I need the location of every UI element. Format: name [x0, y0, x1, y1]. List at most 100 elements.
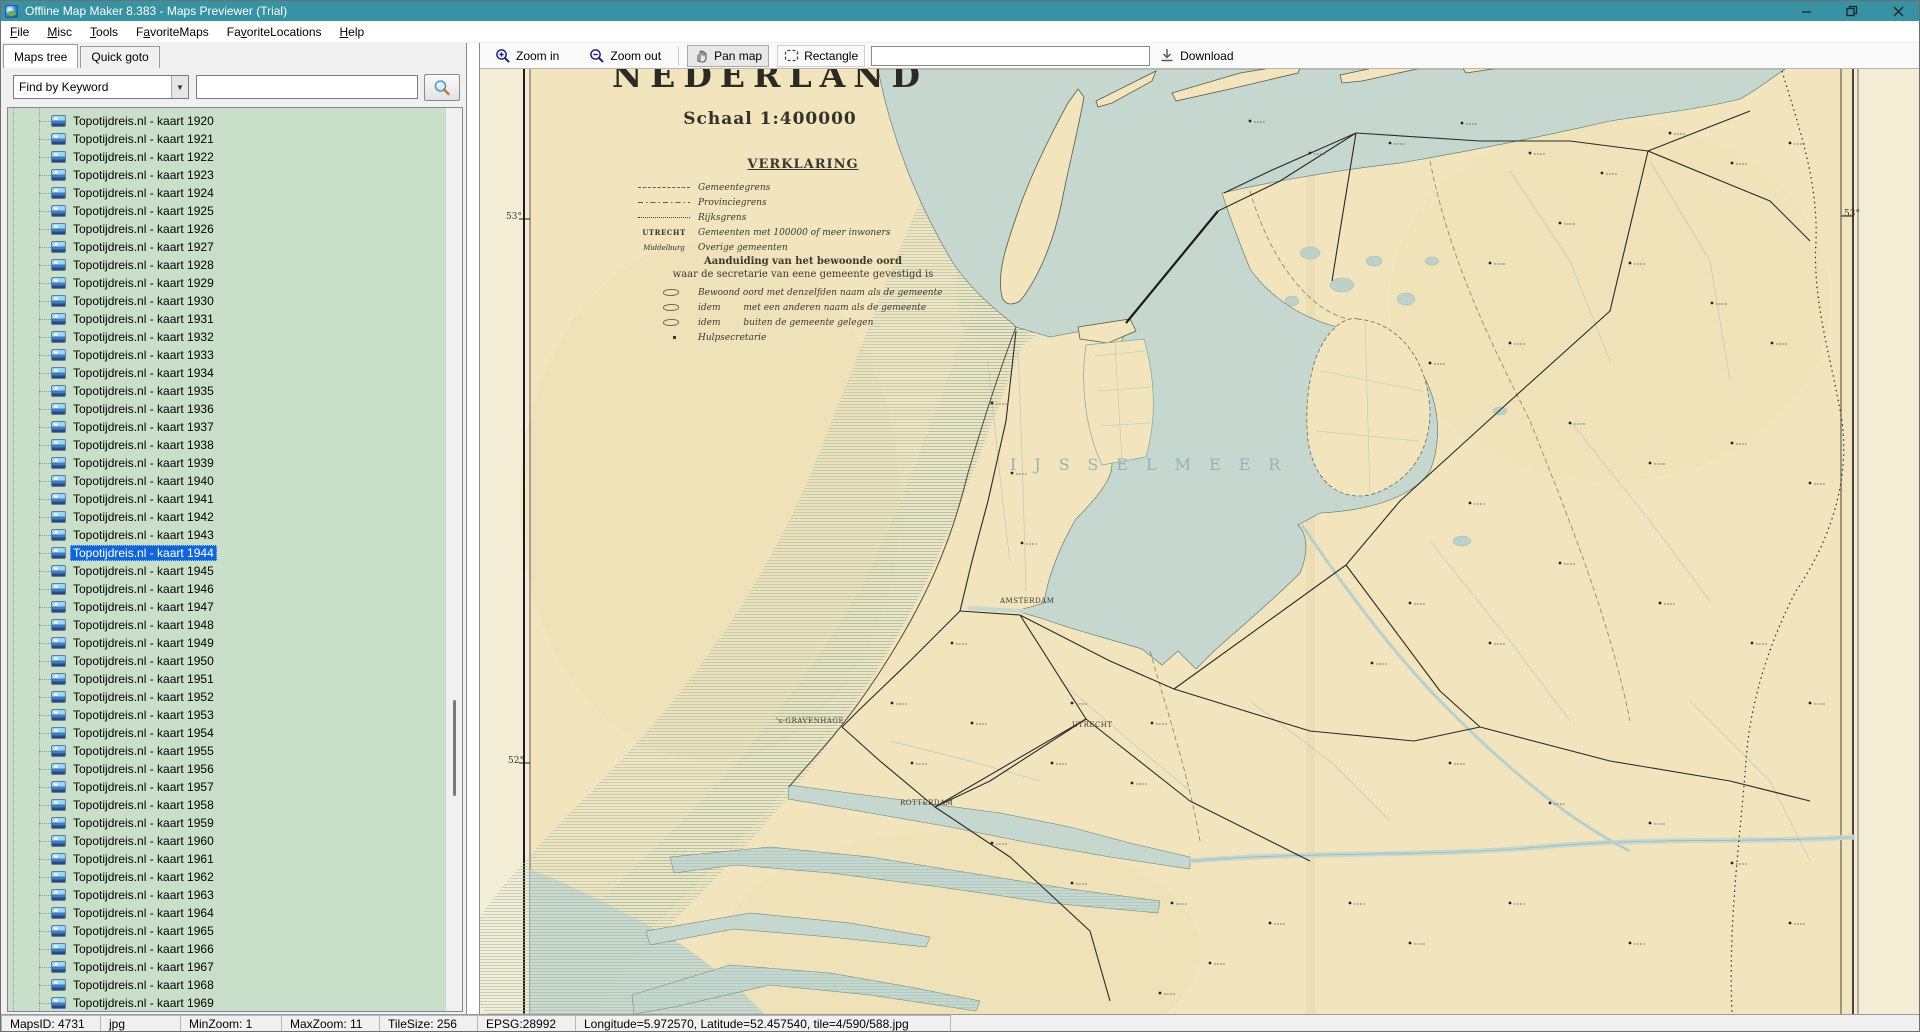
- tree-item[interactable]: Topotijdreis.nl - kaart 1946: [8, 580, 446, 598]
- legend-row: Hulpsecretarie: [638, 330, 968, 345]
- tree-item[interactable]: Topotijdreis.nl - kaart 1929: [8, 274, 446, 292]
- menu-item-file[interactable]: File: [1, 23, 38, 41]
- zoom-in-button[interactable]: Zoom in: [488, 45, 566, 67]
- pan-map-button[interactable]: Pan map: [687, 45, 769, 67]
- tree-item[interactable]: Topotijdreis.nl - kaart 1934: [8, 364, 446, 382]
- map-layer-icon: [51, 943, 66, 955]
- tree-item[interactable]: Topotijdreis.nl - kaart 1938: [8, 436, 446, 454]
- find-mode-select[interactable]: Find by Keyword ▼: [13, 75, 189, 99]
- tree-item[interactable]: Topotijdreis.nl - kaart 1959: [8, 814, 446, 832]
- tree-item[interactable]: Topotijdreis.nl - kaart 1930: [8, 292, 446, 310]
- tree-item[interactable]: Topotijdreis.nl - kaart 1940: [8, 472, 446, 490]
- status-segment: Longitude=5.972570, Latitude=52.457540, …: [576, 1015, 951, 1032]
- tree-item[interactable]: Topotijdreis.nl - kaart 1937: [8, 418, 446, 436]
- rectangle-button[interactable]: Rectangle: [777, 45, 865, 67]
- tree-item[interactable]: Topotijdreis.nl - kaart 1920: [8, 112, 446, 130]
- tree-item[interactable]: Topotijdreis.nl - kaart 1935: [8, 382, 446, 400]
- tree-item[interactable]: Topotijdreis.nl - kaart 1954: [8, 724, 446, 742]
- restore-button[interactable]: [1829, 1, 1875, 21]
- tree-item[interactable]: Topotijdreis.nl - kaart 1925: [8, 202, 446, 220]
- menu-item-help[interactable]: Help: [331, 23, 374, 41]
- tree-scrollbar[interactable]: [446, 108, 462, 1011]
- tree-item[interactable]: Topotijdreis.nl - kaart 1953: [8, 706, 446, 724]
- minimize-button[interactable]: [1783, 1, 1829, 21]
- map-layer-icon: [51, 529, 66, 541]
- menu-item-tools[interactable]: Tools: [81, 23, 127, 41]
- tree-item[interactable]: Topotijdreis.nl - kaart 1942: [8, 508, 446, 526]
- tree-item-label: Topotijdreis.nl - kaart 1941: [70, 491, 217, 507]
- tree-item[interactable]: Topotijdreis.nl - kaart 1962: [8, 868, 446, 886]
- tree-item[interactable]: Topotijdreis.nl - kaart 1943: [8, 526, 446, 544]
- download-button[interactable]: Download: [1160, 48, 1233, 63]
- menu-item-misc[interactable]: Misc: [38, 23, 81, 41]
- tree-item[interactable]: Topotijdreis.nl - kaart 1927: [8, 238, 446, 256]
- tree-item[interactable]: Topotijdreis.nl - kaart 1933: [8, 346, 446, 364]
- tree-item[interactable]: Topotijdreis.nl - kaart 1922: [8, 148, 446, 166]
- tree-item[interactable]: Topotijdreis.nl - kaart 1945: [8, 562, 446, 580]
- tree-item[interactable]: Topotijdreis.nl - kaart 1957: [8, 778, 446, 796]
- tree-item[interactable]: Topotijdreis.nl - kaart 1956: [8, 760, 446, 778]
- tree-item[interactable]: Topotijdreis.nl - kaart 1931: [8, 310, 446, 328]
- map-layer-icon: [51, 673, 66, 685]
- tree-item[interactable]: Topotijdreis.nl - kaart 1950: [8, 652, 446, 670]
- city-label-rotterdam: ROTTERDAM: [900, 799, 953, 807]
- tree-item[interactable]: Topotijdreis.nl - kaart 1924: [8, 184, 446, 202]
- tree-item[interactable]: Topotijdreis.nl - kaart 1966: [8, 940, 446, 958]
- tree-item[interactable]: Topotijdreis.nl - kaart 1948: [8, 616, 446, 634]
- search-button[interactable]: [424, 74, 460, 101]
- tab-quick-goto[interactable]: Quick goto: [80, 46, 159, 68]
- tree-item[interactable]: Topotijdreis.nl - kaart 1960: [8, 832, 446, 850]
- tree-item[interactable]: Topotijdreis.nl - kaart 1967: [8, 958, 446, 976]
- tab-maps-tree[interactable]: Maps tree: [3, 44, 78, 68]
- tree-item[interactable]: Topotijdreis.nl - kaart 1926: [8, 220, 446, 238]
- tree-item[interactable]: Topotijdreis.nl - kaart 1949: [8, 634, 446, 652]
- tree-item-label: Topotijdreis.nl - kaart 1937: [70, 419, 217, 435]
- tree-item-label: Topotijdreis.nl - kaart 1951: [70, 671, 217, 687]
- tree-scrollbar-thumb[interactable]: [453, 700, 456, 796]
- tree-item-label: Topotijdreis.nl - kaart 1958: [70, 797, 217, 813]
- map-canvas[interactable]: NEDERLAND Schaal 1:400000 VERKLARING Gem…: [480, 69, 1920, 1014]
- tree-item[interactable]: Topotijdreis.nl - kaart 1955: [8, 742, 446, 760]
- chevron-down-icon[interactable]: ▼: [171, 76, 188, 98]
- map-layer-icon: [51, 493, 66, 505]
- lat-53-left: 53°: [506, 212, 522, 222]
- tree-item[interactable]: Topotijdreis.nl - kaart 1968: [8, 976, 446, 994]
- map-layer-icon: [51, 115, 66, 127]
- tree-item[interactable]: Topotijdreis.nl - kaart 1969: [8, 994, 446, 1012]
- tree-item[interactable]: Topotijdreis.nl - kaart 1936: [8, 400, 446, 418]
- menu-item-favoritemaps[interactable]: FavoriteMaps: [127, 23, 218, 41]
- tree-item-label: Topotijdreis.nl - kaart 1939: [70, 455, 217, 471]
- tree-item[interactable]: Topotijdreis.nl - kaart 1932: [8, 328, 446, 346]
- menu-item-favoritelocations[interactable]: FavoriteLocations: [218, 23, 331, 41]
- tree-item[interactable]: Topotijdreis.nl - kaart 1963: [8, 886, 446, 904]
- tree-item[interactable]: Topotijdreis.nl - kaart 1958: [8, 796, 446, 814]
- map-layer-icon: [51, 349, 66, 361]
- tree-item[interactable]: Topotijdreis.nl - kaart 1952: [8, 688, 446, 706]
- search-input[interactable]: [196, 75, 418, 99]
- tree-item-label: Topotijdreis.nl - kaart 1967: [70, 959, 217, 975]
- tree-item[interactable]: Topotijdreis.nl - kaart 1944: [8, 544, 446, 562]
- map-country-title: NEDERLAND: [600, 69, 940, 95]
- tree-item-label: Topotijdreis.nl - kaart 1931: [70, 311, 217, 327]
- tree-item[interactable]: Topotijdreis.nl - kaart 1939: [8, 454, 446, 472]
- map-layer-icon: [51, 385, 66, 397]
- tree-item[interactable]: Topotijdreis.nl - kaart 1951: [8, 670, 446, 688]
- tree-item[interactable]: Topotijdreis.nl - kaart 1965: [8, 922, 446, 940]
- app-window: Offline Map Maker 8.383 - Maps Previewer…: [0, 0, 1920, 1032]
- tree-item[interactable]: Topotijdreis.nl - kaart 1964: [8, 904, 446, 922]
- map-layer-icon: [51, 187, 66, 199]
- status-segment: TileSize: 256: [380, 1015, 478, 1032]
- zoom-out-button[interactable]: Zoom out: [582, 45, 668, 67]
- tree-item[interactable]: Topotijdreis.nl - kaart 1961: [8, 850, 446, 868]
- map-layer-icon: [51, 763, 66, 775]
- tree-item[interactable]: Topotijdreis.nl - kaart 1941: [8, 490, 446, 508]
- close-button[interactable]: [1875, 1, 1920, 21]
- download-label: Download: [1180, 49, 1233, 63]
- tree-item[interactable]: Topotijdreis.nl - kaart 1923: [8, 166, 446, 184]
- toolbar-input[interactable]: [871, 46, 1150, 66]
- map-layer-icon: [51, 925, 66, 937]
- tree-item[interactable]: Topotijdreis.nl - kaart 1921: [8, 130, 446, 148]
- tree-item[interactable]: Topotijdreis.nl - kaart 1928: [8, 256, 446, 274]
- map-layer-icon: [51, 619, 66, 631]
- tree-item[interactable]: Topotijdreis.nl - kaart 1947: [8, 598, 446, 616]
